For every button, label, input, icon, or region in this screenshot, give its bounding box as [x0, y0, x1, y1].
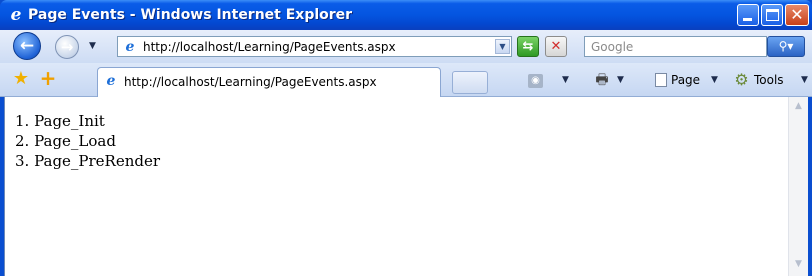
window-title: Page Events - Windows Internet Explorer	[28, 7, 353, 23]
tab-internet-explorer-icon: e	[106, 73, 116, 89]
browser-window: e Page Events - Windows Internet Explore…	[0, 0, 812, 276]
feeds-dropdown-icon[interactable]: ▼	[562, 75, 569, 85]
list-item: 2. Page_Load	[15, 132, 116, 150]
scroll-down-arrow-icon[interactable]: ▼	[791, 257, 806, 271]
maximize-icon	[766, 9, 779, 21]
forward-button[interactable]: →	[55, 35, 79, 59]
tools-dropdown-icon[interactable]: ▼	[801, 75, 808, 85]
new-tab-button[interactable]	[452, 71, 488, 94]
search-button[interactable]: ⚲▾	[767, 36, 805, 57]
internet-explorer-icon: e	[10, 5, 22, 25]
page-content: 1. Page_Init 2. Page_Load 3. Page_PreRen…	[15, 111, 160, 171]
back-button[interactable]: ←	[13, 32, 41, 60]
page-dropdown-icon[interactable]: ▼	[711, 75, 718, 85]
recent-pages-dropdown[interactable]: ▼	[89, 41, 101, 51]
title-bar[interactable]: e Page Events - Windows Internet Explore…	[0, 0, 812, 30]
forward-arrow-icon: →	[60, 38, 74, 56]
internet-explorer-page-icon: e	[125, 39, 135, 55]
navigation-bar: ← → ▼ e http://localhost/Learning/PageEv…	[0, 30, 812, 63]
maximize-button[interactable]	[761, 4, 783, 26]
page-menu-button[interactable]: Page	[671, 72, 700, 88]
page-content-frame: 1. Page_Init 2. Page_Load 3. Page_PreRen…	[4, 97, 808, 276]
address-dropdown[interactable]: ▼	[495, 39, 510, 54]
tab-bar: ★ + e http://localhost/Learning/PageEven…	[0, 63, 812, 97]
close-button[interactable]: ✕	[785, 4, 809, 26]
stop-button[interactable]: ✕	[545, 36, 567, 57]
list-item: 3. Page_PreRender	[15, 152, 161, 170]
favorites-star-icon[interactable]: ★	[12, 70, 30, 88]
search-box[interactable]: Google	[584, 36, 767, 57]
address-bar[interactable]: e http://localhost/Learning/PageEvents.a…	[117, 36, 512, 57]
printer-icon[interactable]: 🖶	[593, 72, 611, 88]
page-icon	[655, 73, 667, 87]
minimize-icon	[743, 18, 752, 21]
tab-title: http://localhost/Learning/PageEvents.asp…	[124, 75, 377, 89]
refresh-icon: ⇆	[522, 39, 534, 54]
close-icon: ✕	[790, 5, 804, 24]
tools-menu-button[interactable]: Tools	[754, 72, 784, 88]
minimize-button[interactable]	[737, 4, 759, 26]
gear-icon: ⚙	[734, 70, 749, 89]
search-icon: ⚲▾	[778, 39, 794, 53]
search-input[interactable]: Google	[591, 39, 633, 55]
tab-active[interactable]: e http://localhost/Learning/PageEvents.a…	[97, 67, 441, 97]
print-dropdown-icon[interactable]: ▼	[617, 75, 624, 85]
stop-icon: ✕	[550, 39, 562, 54]
refresh-button[interactable]: ⇆	[517, 36, 539, 57]
list-item: 1. Page_Init	[15, 112, 105, 130]
vertical-scrollbar[interactable]: ▲ ▼	[788, 97, 808, 276]
add-to-favorites-plus-icon[interactable]: +	[39, 68, 57, 88]
rss-feed-icon[interactable]: ◉	[528, 74, 543, 88]
back-arrow-icon: ←	[19, 36, 35, 56]
address-input[interactable]: http://localhost/Learning/PageEvents.asp…	[143, 39, 396, 55]
scroll-up-arrow-icon[interactable]: ▲	[791, 99, 806, 113]
